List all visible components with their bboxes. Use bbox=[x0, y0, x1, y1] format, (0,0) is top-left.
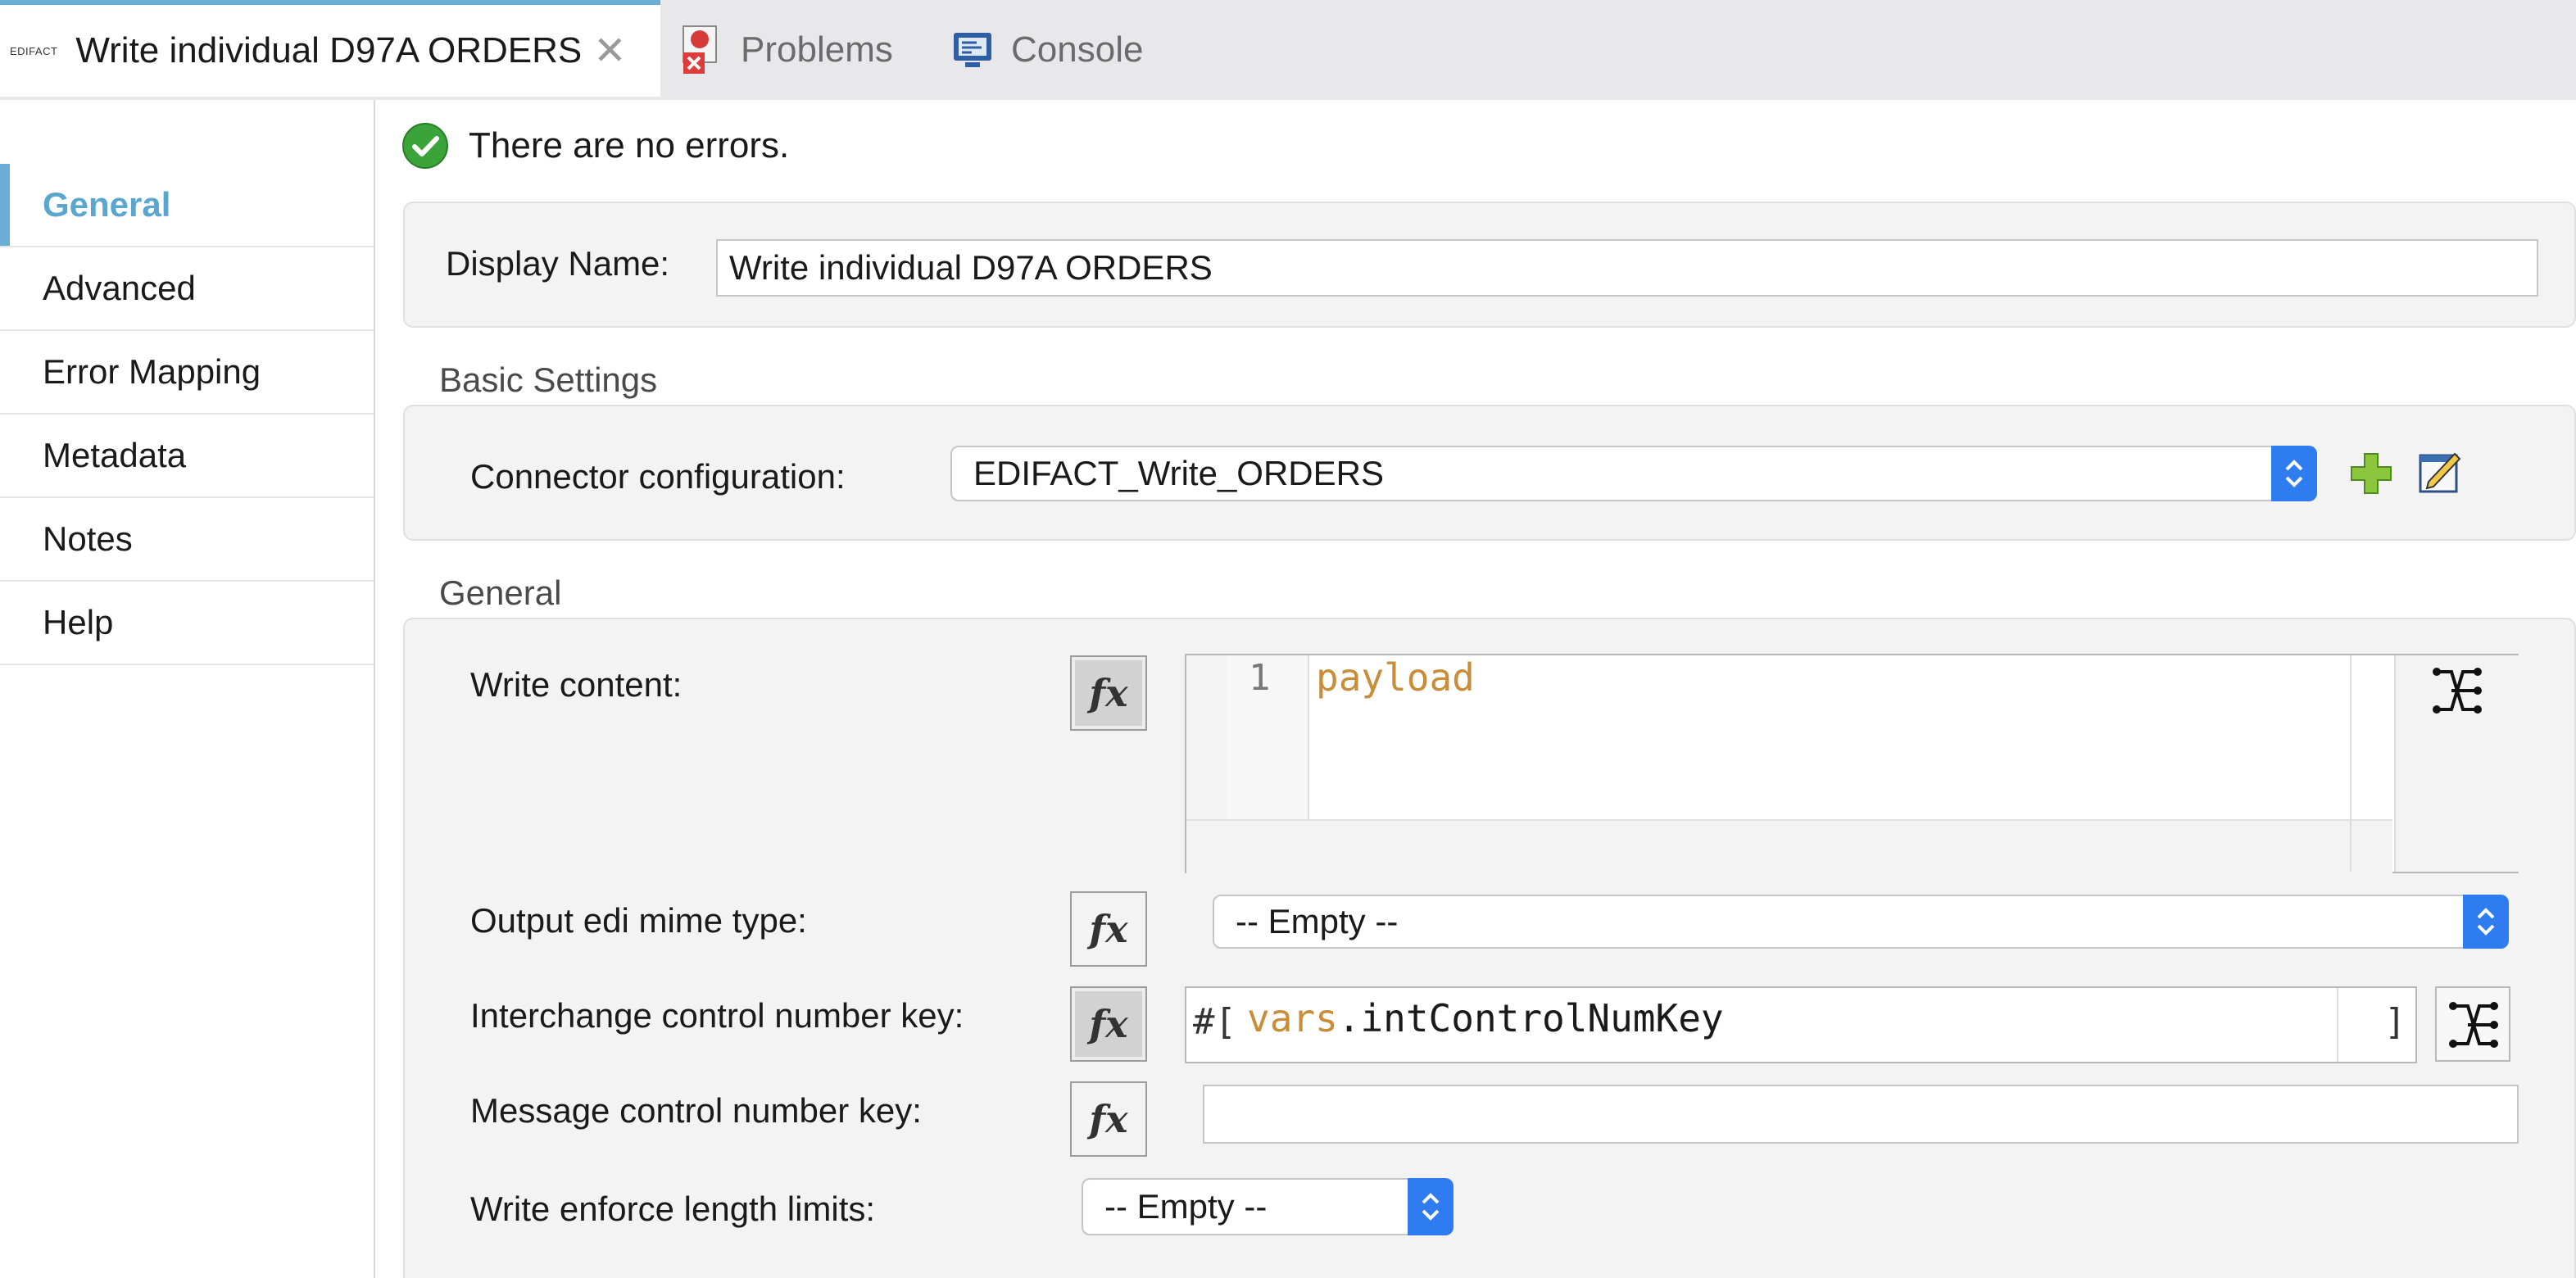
status-text: There are no errors. bbox=[469, 125, 790, 165]
editor-divider bbox=[2350, 655, 2352, 872]
write-content-label: Write content: bbox=[470, 665, 683, 704]
edifact-icon: EDIFACT bbox=[10, 44, 58, 57]
tab-console[interactable]: Console bbox=[952, 0, 1143, 100]
nav-item-help[interactable]: Help bbox=[0, 582, 374, 665]
chevron-up-down-icon bbox=[2463, 895, 2509, 949]
message-key-input[interactable] bbox=[1203, 1085, 2519, 1144]
properties-nav: General Advanced Error Mapping Metadata … bbox=[0, 100, 375, 1278]
fx-toggle-message-key[interactable]: fx bbox=[1070, 1081, 1147, 1157]
nav-item-advanced[interactable]: Advanced bbox=[0, 247, 374, 331]
expression-var: vars bbox=[1247, 996, 1338, 1040]
code-payload: payload bbox=[1316, 655, 1475, 700]
tab-label: Write individual D97A ORDERS bbox=[75, 30, 583, 70]
expression-code: vars.intControlNumKey bbox=[1247, 996, 1724, 1040]
nav-item-metadata[interactable]: Metadata bbox=[0, 415, 374, 498]
editor-footer bbox=[1186, 819, 2392, 873]
ok-icon bbox=[402, 123, 448, 169]
interchange-mapping-button[interactable] bbox=[2435, 986, 2510, 1062]
connector-config-value: EDIFACT_Write_ORDERS bbox=[973, 454, 1384, 492]
nav-item-error-mapping[interactable]: Error Mapping bbox=[0, 331, 374, 415]
general-section: Write content: fx 1 payload Output edi m… bbox=[403, 618, 2576, 1278]
nav-item-notes[interactable]: Notes bbox=[0, 498, 374, 582]
connector-config-select[interactable]: EDIFACT_Write_ORDERS bbox=[950, 446, 2317, 501]
mime-type-label: Output edi mime type: bbox=[470, 901, 807, 940]
fx-toggle-interchange-key[interactable]: fx bbox=[1070, 986, 1147, 1062]
mapping-icon[interactable] bbox=[2430, 664, 2484, 718]
add-icon[interactable] bbox=[2348, 451, 2394, 496]
general-section-title: General bbox=[439, 573, 562, 612]
enforce-limits-select[interactable]: -- Empty -- bbox=[1082, 1178, 1454, 1235]
editor-tab-bar: EDIFACT Write individual D97A ORDERS ✕ P… bbox=[0, 0, 2576, 102]
expression-divider bbox=[2337, 988, 2338, 1062]
status-message: There are no errors. bbox=[401, 120, 789, 172]
expression-open-bracket: #[ bbox=[1193, 1001, 1236, 1043]
properties-panel: There are no errors. Display Name: Write… bbox=[375, 100, 2576, 1278]
write-content-editor[interactable]: 1 payload bbox=[1185, 654, 2519, 873]
edit-icon[interactable] bbox=[2417, 449, 2463, 495]
mime-type-value: -- Empty -- bbox=[1236, 902, 1399, 940]
chevron-up-down-icon bbox=[1408, 1178, 1454, 1235]
display-name-input[interactable]: Write individual D97A ORDERS bbox=[716, 239, 2538, 297]
expression-close-bracket: ] bbox=[2384, 1001, 2406, 1043]
tab-label: Console bbox=[1011, 29, 1144, 70]
fx-toggle-mime-type[interactable]: fx bbox=[1070, 891, 1147, 967]
chevron-up-down-icon bbox=[2271, 446, 2317, 501]
nav-item-general[interactable]: General bbox=[0, 164, 374, 247]
enforce-limits-label: Write enforce length limits: bbox=[470, 1190, 876, 1228]
tab-write-orders[interactable]: EDIFACT Write individual D97A ORDERS ✕ bbox=[0, 0, 660, 97]
basic-settings-section: Connector configuration: EDIFACT_Write_O… bbox=[403, 405, 2576, 541]
mime-type-select[interactable]: -- Empty -- bbox=[1213, 895, 2509, 949]
fx-toggle-write-content[interactable]: fx bbox=[1070, 655, 1147, 731]
line-number: 1 bbox=[1249, 657, 1271, 699]
connector-config-label: Connector configuration: bbox=[470, 457, 846, 496]
display-name-label: Display Name: bbox=[446, 244, 670, 283]
tab-label: Problems bbox=[741, 29, 893, 70]
editor-margin bbox=[1186, 655, 1227, 819]
close-icon[interactable]: ✕ bbox=[593, 28, 626, 74]
expression-field: .intControlNumKey bbox=[1337, 996, 1724, 1040]
problems-icon bbox=[683, 25, 717, 74]
display-name-section: Display Name: Write individual D97A ORDE… bbox=[403, 202, 2576, 328]
mapping-icon bbox=[2449, 1002, 2498, 1048]
enforce-limits-value: -- Empty -- bbox=[1104, 1187, 1268, 1226]
tab-problems[interactable]: Problems bbox=[682, 0, 893, 100]
console-icon bbox=[954, 33, 991, 67]
message-key-label: Message control number key: bbox=[470, 1091, 922, 1130]
basic-settings-title: Basic Settings bbox=[439, 360, 658, 399]
interchange-key-label: Interchange control number key: bbox=[470, 996, 964, 1035]
interchange-key-expression[interactable]: #[ vars.intControlNumKey ] bbox=[1185, 986, 2417, 1063]
